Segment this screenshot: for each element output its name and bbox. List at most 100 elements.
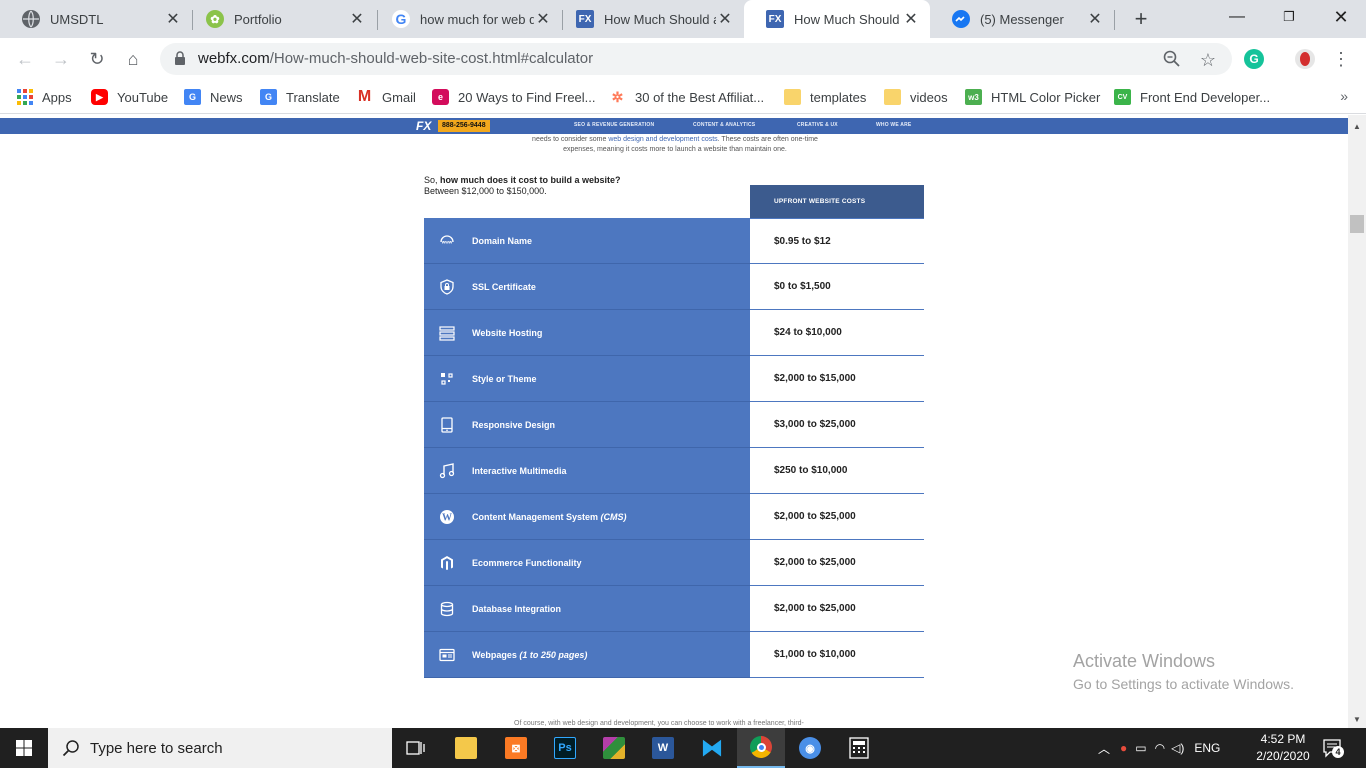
show-hidden-icons-icon[interactable]: ︿ <box>1098 740 1110 757</box>
scroll-down-arrow-icon[interactable]: ▼ <box>1348 712 1366 728</box>
taskbar-winrar[interactable] <box>590 728 638 768</box>
page-scrollbar[interactable]: ▲ ▼ <box>1348 115 1366 728</box>
task-view-button[interactable] <box>392 728 440 768</box>
clock-time: 4:52 PM <box>1260 732 1306 746</box>
row-value: $2,000 to $25,000 <box>750 494 924 540</box>
url-text: webfx.com/How-much-should-web-site-cost.… <box>198 50 593 67</box>
row-label-cell: Responsive Design <box>424 402 750 448</box>
webfx-icon: FX <box>576 10 594 28</box>
page-viewport: FX 888-256-9448 SEO & REVENUE GENERATION… <box>0 115 1348 728</box>
bookmark-news[interactable]: G News <box>184 87 243 107</box>
profile-avatar[interactable] <box>1295 49 1315 69</box>
row-label-cell: www Domain Name <box>424 218 750 264</box>
wifi-icon[interactable]: ◠ <box>1155 741 1165 755</box>
row-label: Responsive Design <box>472 420 555 430</box>
bookmark-freelance-article[interactable]: e 20 Ways to Find Freel... <box>432 87 596 107</box>
restore-button[interactable]: ❐ <box>1266 0 1312 38</box>
table-row: SSL Certificate $0 to $1,500 <box>424 264 924 310</box>
tab-title: (5) Messenger <box>980 11 1064 27</box>
grammarly-extension-icon[interactable]: G <box>1244 49 1264 69</box>
close-tab-icon[interactable]: ✕ <box>534 9 552 29</box>
nav-seo[interactable]: SEO & REVENUE GENERATION <box>574 122 654 128</box>
phone-number-button[interactable]: 888-256-9448 <box>438 120 490 132</box>
scroll-up-arrow-icon[interactable]: ▲ <box>1348 119 1366 135</box>
close-tab-icon[interactable]: ✕ <box>164 9 182 29</box>
taskbar-chrome[interactable] <box>737 728 785 768</box>
minimize-button[interactable]: — <box>1214 0 1260 38</box>
bookmark-videos-folder[interactable]: videos <box>884 87 948 107</box>
bookmark-gmail[interactable]: M Gmail <box>356 87 416 107</box>
taskbar-file-explorer[interactable] <box>442 728 490 768</box>
tab-title: Portfolio <box>234 11 282 27</box>
taskbar-photoshop[interactable]: Ps <box>541 728 589 768</box>
close-tab-icon[interactable]: ✕ <box>1086 9 1104 29</box>
intro-link[interactable]: web design and development costs <box>608 136 717 143</box>
new-tab-button[interactable]: + <box>1128 6 1154 32</box>
battery-icon[interactable]: ▭ <box>1135 741 1146 755</box>
bookmark-label: 20 Ways to Find Freel... <box>458 89 596 105</box>
tab-webfx-1[interactable]: FX How Much Should a ✕ <box>554 0 744 38</box>
forward-button[interactable]: → <box>48 46 74 72</box>
row-value: $2,000 to $15,000 <box>750 356 924 402</box>
bookmark-star-icon[interactable]: ☆ <box>1198 50 1218 70</box>
folder-icon <box>784 89 801 105</box>
bookmark-affiliate-article[interactable]: ✲ 30 of the Best Affiliat... <box>609 87 764 107</box>
back-button[interactable]: ← <box>12 46 38 72</box>
bookmark-templates-folder[interactable]: templates <box>784 87 866 107</box>
bookmarks-overflow-button[interactable]: » <box>1340 88 1348 104</box>
bookmark-label: 30 of the Best Affiliat... <box>635 89 765 105</box>
nav-who-we-are[interactable]: WHO WE ARE <box>876 122 911 128</box>
zoom-icon[interactable] <box>1162 50 1182 70</box>
reload-button[interactable]: ↻ <box>84 46 110 72</box>
nav-creative-ux[interactable]: CREATIVE & UX <box>797 122 838 128</box>
tab-messenger[interactable]: (5) Messenger ✕ <box>930 0 1114 38</box>
bookmark-front-end-developer[interactable]: CV Front End Developer... <box>1114 87 1270 107</box>
action-center-button[interactable]: 4 <box>1322 738 1344 758</box>
www-icon: www <box>438 232 456 250</box>
youtube-icon: ▶ <box>91 89 108 105</box>
volume-icon[interactable]: ◁) <box>1171 741 1184 755</box>
taskbar-calculator[interactable] <box>835 728 883 768</box>
nav-content-analytics[interactable]: CONTENT & ANALYTICS <box>693 122 755 128</box>
tab-umsdtl[interactable]: UMSDTL ✕ <box>0 0 192 38</box>
taskbar-xampp[interactable]: ⊠ <box>492 728 540 768</box>
table-row: Responsive Design $3,000 to $25,000 <box>424 402 924 448</box>
close-tab-icon[interactable]: ✕ <box>716 9 734 29</box>
home-button[interactable]: ⌂ <box>120 46 146 72</box>
close-tab-icon[interactable]: ✕ <box>348 9 366 29</box>
w3schools-icon: w3 <box>965 89 982 105</box>
taskbar-clock[interactable]: 4:52 PM 2/20/2020 <box>1250 731 1316 765</box>
language-indicator[interactable]: ENG <box>1194 741 1220 755</box>
system-tray: ︿ ● ▭ ◠ ◁) ENG <box>1098 728 1220 768</box>
network-error-icon[interactable]: ● <box>1120 741 1127 755</box>
taskbar-search-box[interactable]: Type here to search <box>48 728 392 768</box>
row-label-cell: Website Hosting <box>424 310 750 356</box>
start-button[interactable] <box>0 728 48 768</box>
elementor-icon: e <box>432 89 449 105</box>
tab-google-search[interactable]: G how much for web d ✕ <box>370 0 562 38</box>
tab-webfx-active[interactable]: FX How Much Should a ✕ <box>744 0 930 38</box>
bookmark-color-picker[interactable]: w3 HTML Color Picker <box>965 87 1100 107</box>
taskbar-vscode[interactable]: ⧓ <box>688 728 736 768</box>
taskbar-word[interactable]: W <box>639 728 687 768</box>
globe-icon <box>22 10 40 28</box>
row-value: $3,000 to $25,000 <box>750 402 924 448</box>
bookmark-youtube[interactable]: ▶ YouTube <box>91 87 168 107</box>
taskbar-vpn[interactable]: ◉ <box>786 728 834 768</box>
footnote-text: Of course, with web design and developme… <box>514 720 804 727</box>
close-tab-icon[interactable]: ✕ <box>902 9 920 29</box>
webfx-logo[interactable]: FX <box>416 119 431 133</box>
chrome-menu-icon[interactable]: ⋮ <box>1328 46 1354 72</box>
row-label-cell: Interactive Multimedia <box>424 448 750 494</box>
bookmark-apps[interactable]: Apps <box>16 87 72 107</box>
winrar-icon <box>603 737 625 759</box>
svg-text:W: W <box>442 512 452 523</box>
scrollbar-thumb[interactable] <box>1350 215 1364 233</box>
address-bar[interactable]: webfx.com/How-much-should-web-site-cost.… <box>160 43 1232 75</box>
tablet-icon <box>438 416 456 434</box>
bookmark-translate[interactable]: G Translate <box>260 87 340 107</box>
close-window-button[interactable]: ✕ <box>1318 0 1364 38</box>
tab-portfolio[interactable]: ✿ Portfolio ✕ <box>184 0 376 38</box>
search-placeholder: Type here to search <box>90 739 223 757</box>
row-label-text: SSL Certificate <box>472 281 536 292</box>
